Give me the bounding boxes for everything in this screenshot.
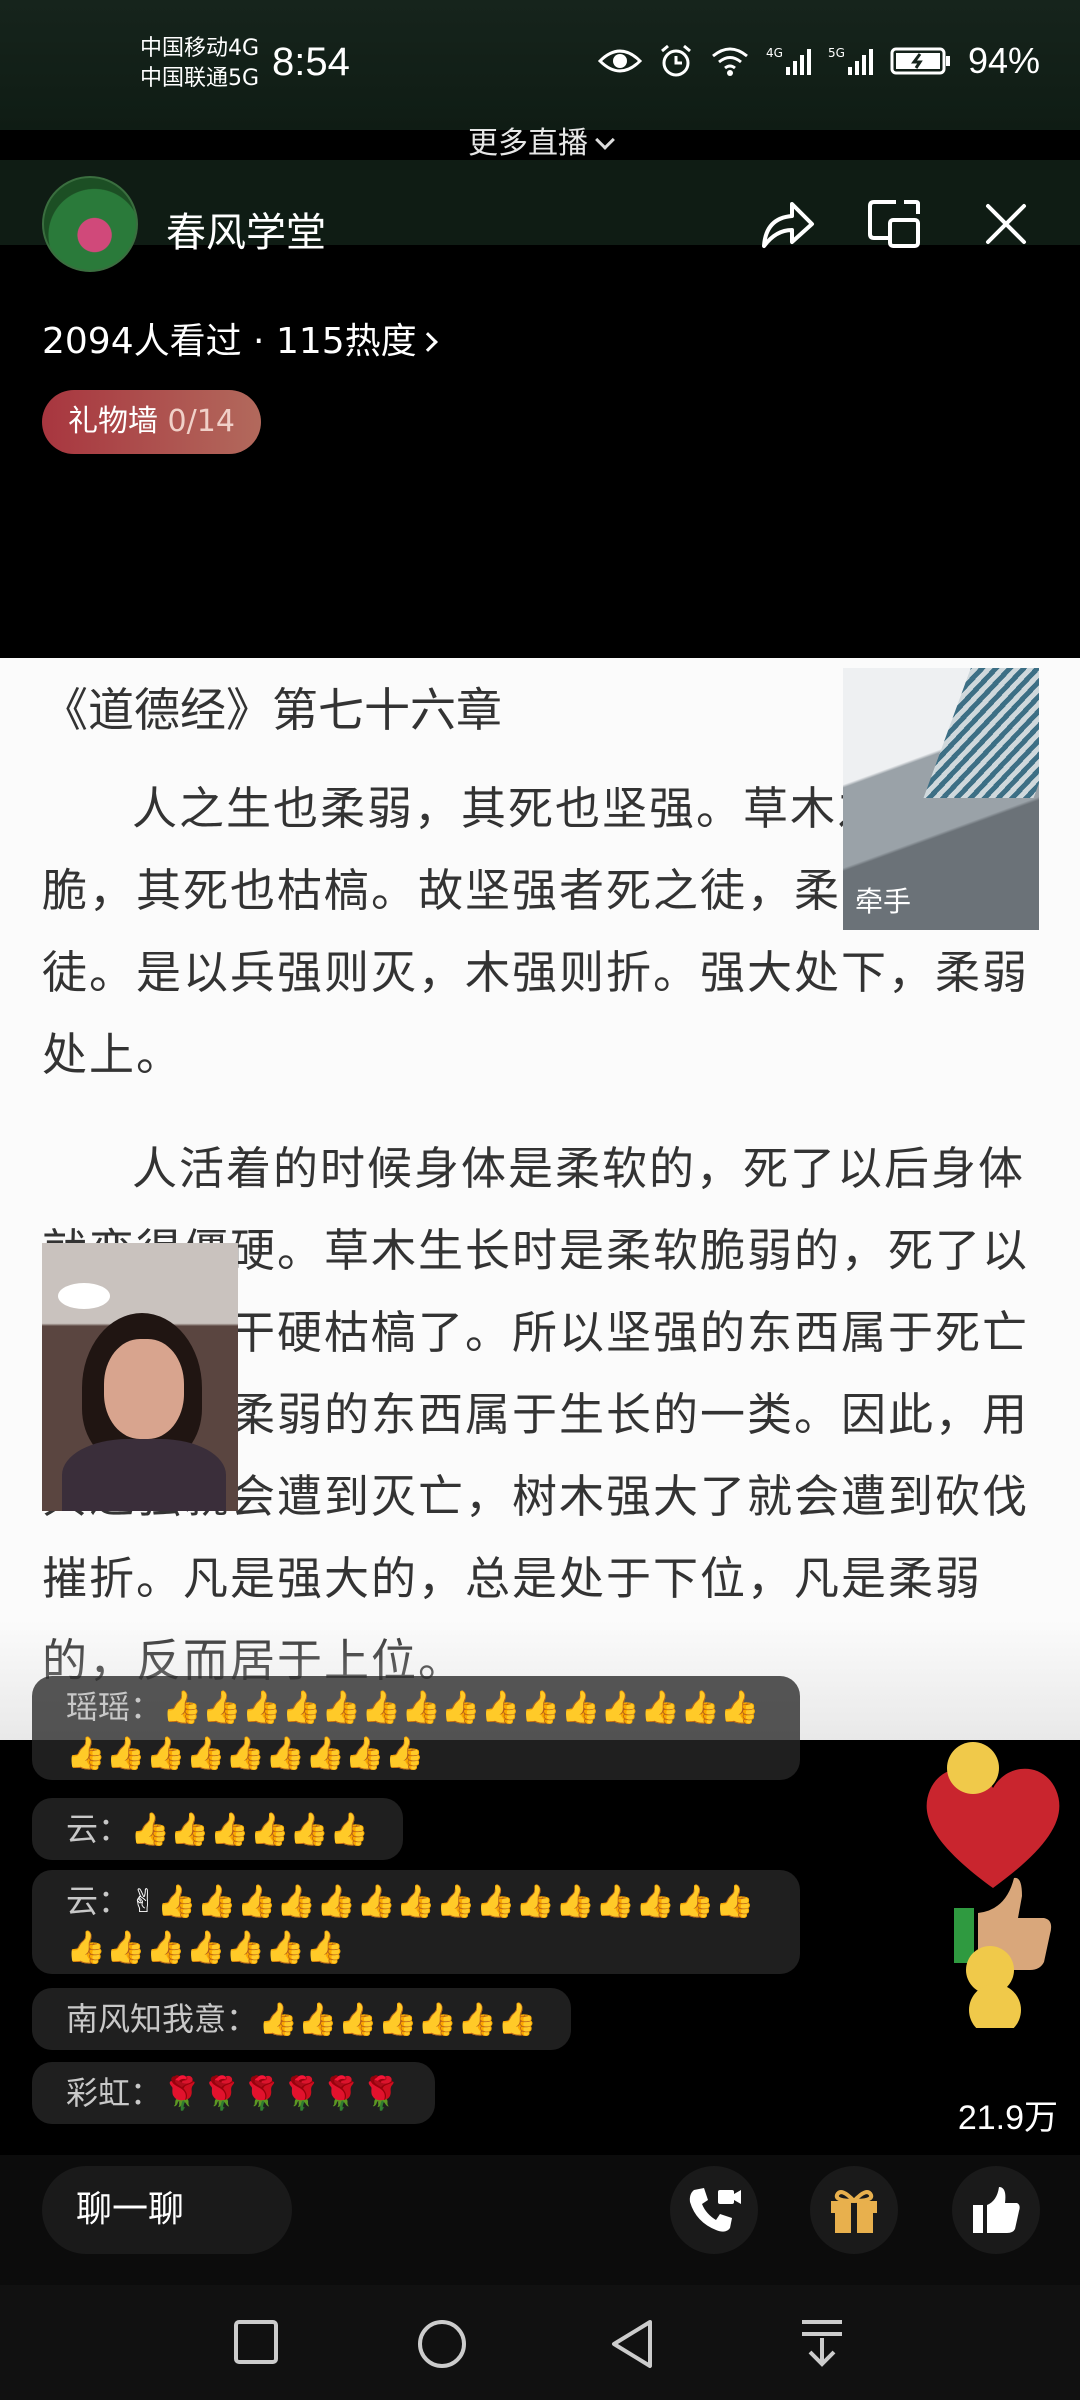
avatar[interactable]: [42, 176, 138, 272]
battery-icon: [890, 47, 950, 75]
comment-user: 彩虹：: [66, 2074, 163, 2112]
comment-item[interactable]: 云：✌👍👍👍👍👍👍👍👍👍👍👍👍👍👍👍👍👍👍👍👍👍👍: [32, 1870, 800, 1974]
like-count: 21.9万: [957, 2099, 1058, 2137]
room-name[interactable]: 春风学堂: [166, 200, 326, 258]
call-button[interactable]: [670, 2166, 758, 2254]
comment-text: 👍👍👍👍👍👍👍👍👍👍👍👍👍👍👍👍👍👍👍👍👍👍👍👍: [66, 1688, 760, 1772]
wifi-icon: [711, 47, 748, 76]
chevron-down-icon: [595, 130, 615, 150]
close-icon[interactable]: [978, 196, 1034, 252]
signal-4g-icon: 4G: [766, 46, 811, 75]
carrier-2: 中国联通5G: [140, 66, 260, 91]
host-body-image: [62, 1439, 226, 1511]
thumb-up-icon: [954, 1908, 974, 1963]
signal-5g-icon: 5G: [828, 46, 873, 75]
carrier-info: 中国移动4G 中国联通5G: [140, 34, 259, 94]
comment-user: 南风知我意：: [66, 2000, 259, 2038]
comment-text: 👍👍👍👍👍👍👍: [258, 2000, 537, 2038]
more-live-label: 更多直播: [468, 126, 588, 161]
chevron-right-icon: [417, 332, 438, 352]
comment-text: 👍👍👍👍👍👍: [130, 1810, 370, 1848]
gift-wall-count: 0/14: [167, 404, 235, 439]
svg-text:4G: 4G: [766, 46, 783, 60]
curtain-image: [923, 668, 1039, 798]
share-icon[interactable]: [758, 196, 816, 254]
comment-item[interactable]: 彩虹：🌹🌹🌹🌹🌹🌹: [32, 2062, 436, 2124]
comment-user: 云：: [66, 1810, 131, 1848]
lamp-image: [58, 1283, 110, 1309]
battery-percent: 94%: [967, 40, 1040, 81]
comment-user: 云：: [66, 1882, 131, 1920]
gift-wall-label: 礼物墙: [68, 404, 158, 439]
back-icon[interactable]: [608, 2318, 656, 2370]
emoji-icon: [947, 1742, 999, 1794]
like-animation: [926, 1742, 1060, 2028]
svg-text:5G: 5G: [828, 46, 845, 60]
more-live-button[interactable]: 更多直播: [0, 118, 1080, 162]
comment-text: ✌👍👍👍👍👍👍👍👍👍👍👍👍👍👍👍👍👍👍👍👍👍👍: [66, 1882, 755, 1966]
alarm-icon: [660, 44, 691, 77]
co-host-video[interactable]: 牵手: [843, 668, 1039, 930]
clock: 8:54: [272, 40, 350, 84]
system-navigation-bar: [0, 2285, 1080, 2400]
phone-video-icon: [689, 2188, 741, 2232]
viewer-stats[interactable]: 2094人看过 · 115热度: [42, 312, 438, 364]
eye-icon: [597, 49, 642, 73]
comment-item[interactable]: 瑶瑶：👍👍👍👍👍👍👍👍👍👍👍👍👍👍👍👍👍👍👍👍👍👍👍👍: [32, 1676, 800, 1780]
comment-user: 瑶瑶：: [66, 1688, 163, 1726]
carrier-1: 中国移动4G: [140, 36, 260, 61]
status-icons: 4G 5G 94%: [597, 40, 1040, 82]
heart-icon: [926, 1768, 1060, 1888]
chat-input[interactable]: 聊一聊: [42, 2166, 292, 2254]
gift-button[interactable]: [810, 2166, 898, 2254]
thumb-up-icon: [973, 2187, 1020, 2233]
comment-text: 🌹🌹🌹🌹🌹🌹: [162, 2074, 402, 2112]
notification-pull-icon[interactable]: [798, 2318, 846, 2370]
viewer-stats-text: 2094人看过 · 115热度: [42, 321, 417, 362]
comment-item[interactable]: 云：👍👍👍👍👍👍: [32, 1798, 404, 1860]
like-button[interactable]: [952, 2166, 1040, 2254]
recents-icon[interactable]: [232, 2318, 280, 2366]
co-host-label: 牵手: [855, 885, 912, 918]
document-title: 《道德经》第七十六章: [42, 683, 502, 737]
host-face-image: [104, 1339, 184, 1439]
comment-item[interactable]: 南风知我意：👍👍👍👍👍👍👍: [32, 1988, 571, 2050]
home-icon[interactable]: [416, 2318, 468, 2370]
float-window-icon[interactable]: [866, 196, 924, 254]
emoji-icon: [969, 1984, 1021, 2028]
gift-wall-button[interactable]: 礼物墙 0/14: [42, 390, 261, 454]
gift-icon: [831, 2190, 877, 2233]
host-video[interactable]: [42, 1243, 238, 1511]
